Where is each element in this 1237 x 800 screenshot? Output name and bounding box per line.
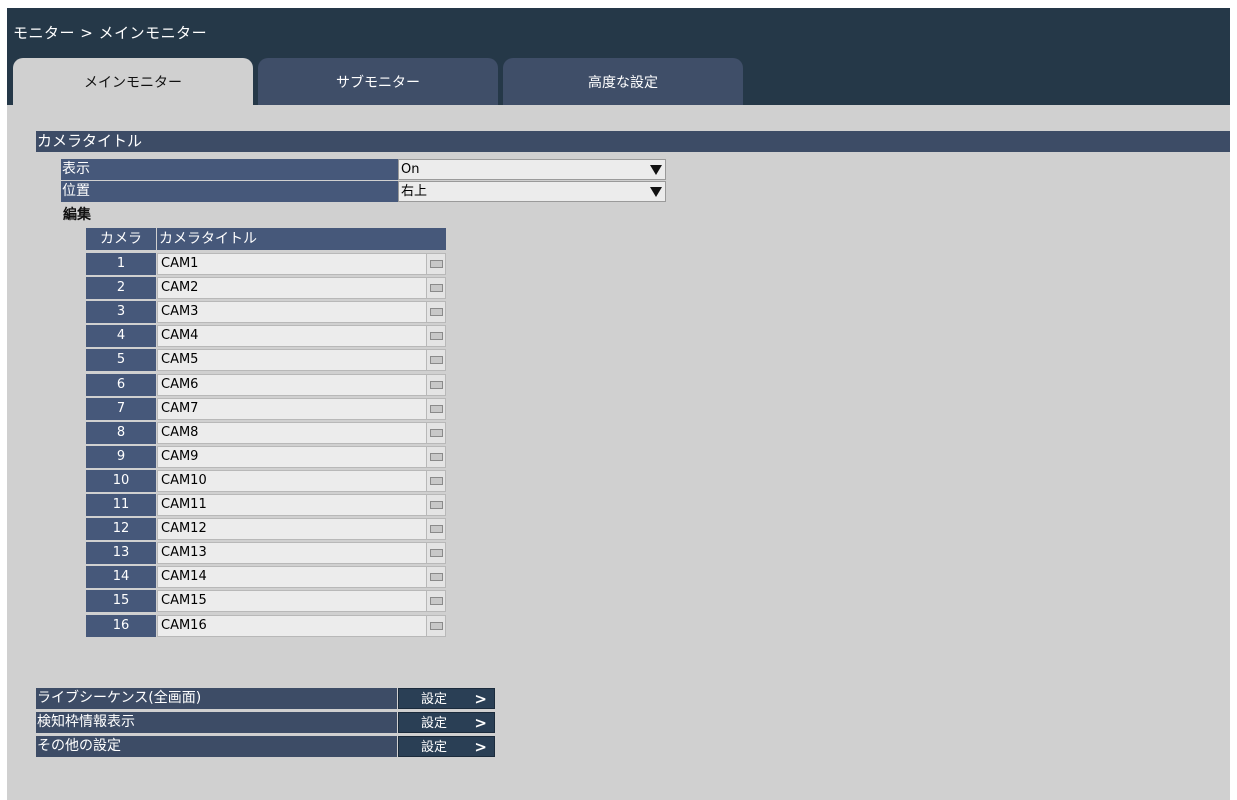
- settings-button-label: 設定: [421, 740, 448, 755]
- camera-title-input[interactable]: CAM11: [157, 494, 426, 516]
- camera-title-input[interactable]: CAM8: [157, 421, 426, 444]
- breadcrumb: モニター > メインモニター: [13, 24, 208, 42]
- keyboard-icon[interactable]: [426, 301, 446, 324]
- position-select-value: 右上: [401, 184, 428, 199]
- keyboard-icon[interactable]: [426, 277, 446, 300]
- camera-number-cell: 3: [86, 301, 156, 324]
- camera-title-section-header: カメラタイトル: [36, 131, 1230, 152]
- camera-number-cell: 10: [86, 469, 156, 492]
- position-label: 位置: [61, 181, 398, 202]
- keyboard-icon[interactable]: [426, 373, 446, 396]
- display-select[interactable]: On: [398, 159, 666, 180]
- camera-number-cell: 9: [86, 445, 156, 468]
- keyboard-icon[interactable]: [426, 421, 446, 444]
- chevron-right-icon: >: [474, 738, 487, 756]
- camera-title-input[interactable]: CAM1: [157, 253, 426, 275]
- camera-number-cell: 2: [86, 277, 156, 300]
- live-sequence-label: ライブシーケンス(全画面): [36, 688, 397, 709]
- camera-number-cell: 5: [86, 349, 156, 372]
- keyboard-icon[interactable]: [426, 445, 446, 468]
- tab-advanced-settings[interactable]: 高度な設定: [503, 58, 743, 105]
- camera-number-cell: 13: [86, 542, 156, 565]
- edit-label: 編集: [63, 207, 91, 223]
- table-header-camera-title: カメラタイトル: [157, 228, 446, 250]
- keyboard-icon[interactable]: [426, 325, 446, 348]
- keyboard-icon[interactable]: [426, 494, 446, 516]
- display-label: 表示: [61, 159, 398, 180]
- camera-title-input[interactable]: CAM14: [157, 566, 426, 589]
- camera-title-input[interactable]: CAM15: [157, 590, 426, 613]
- camera-title-input[interactable]: CAM12: [157, 518, 426, 541]
- camera-title-input[interactable]: CAM5: [157, 349, 426, 372]
- camera-title-input[interactable]: CAM10: [157, 469, 426, 492]
- camera-number-cell: 12: [86, 518, 156, 541]
- display-select-value: On: [401, 162, 420, 177]
- keyboard-icon[interactable]: [426, 566, 446, 589]
- camera-number-cell: 4: [86, 325, 156, 348]
- live-sequence-settings-button[interactable]: 設定 >: [398, 688, 495, 709]
- camera-title-input[interactable]: CAM9: [157, 445, 426, 468]
- camera-number-cell: 15: [86, 590, 156, 613]
- camera-number-cell: 6: [86, 373, 156, 396]
- position-select[interactable]: 右上: [398, 181, 666, 202]
- camera-title-input[interactable]: CAM2: [157, 277, 426, 300]
- table-header-camera: カメラ: [86, 228, 156, 250]
- settings-button-label: 設定: [421, 692, 448, 707]
- camera-number-cell: 7: [86, 397, 156, 420]
- keyboard-icon[interactable]: [426, 614, 446, 637]
- camera-title-input[interactable]: CAM3: [157, 301, 426, 324]
- tab-main-monitor[interactable]: メインモニター: [13, 58, 253, 105]
- keyboard-icon[interactable]: [426, 253, 446, 275]
- chevron-down-icon[interactable]: [648, 161, 664, 178]
- chevron-right-icon: >: [474, 714, 487, 732]
- camera-title-input[interactable]: CAM16: [157, 614, 426, 637]
- camera-number-cell: 14: [86, 566, 156, 589]
- keyboard-icon[interactable]: [426, 469, 446, 492]
- chevron-right-icon: >: [474, 690, 487, 708]
- title-bar: モニター > メインモニター メインモニター サブモニター 高度な設定: [7, 8, 1230, 105]
- detection-frame-settings-button[interactable]: 設定 >: [398, 712, 495, 733]
- main-monitor-window: モニター > メインモニター メインモニター サブモニター 高度な設定 カメラタ…: [7, 8, 1230, 800]
- keyboard-icon[interactable]: [426, 518, 446, 541]
- camera-number-cell: 16: [86, 614, 156, 637]
- camera-title-input[interactable]: CAM4: [157, 325, 426, 348]
- tab-sub-monitor[interactable]: サブモニター: [258, 58, 498, 105]
- chevron-down-icon[interactable]: [648, 183, 664, 200]
- other-settings-label: その他の設定: [36, 736, 397, 757]
- camera-title-input[interactable]: CAM7: [157, 397, 426, 420]
- camera-title-input[interactable]: CAM6: [157, 373, 426, 396]
- keyboard-icon[interactable]: [426, 590, 446, 613]
- keyboard-icon[interactable]: [426, 542, 446, 565]
- camera-number-cell: 1: [86, 253, 156, 275]
- camera-title-input[interactable]: CAM13: [157, 542, 426, 565]
- camera-number-cell: 11: [86, 494, 156, 516]
- camera-number-cell: 8: [86, 421, 156, 444]
- keyboard-icon[interactable]: [426, 349, 446, 372]
- keyboard-icon[interactable]: [426, 397, 446, 420]
- detection-frame-info-label: 検知枠情報表示: [36, 712, 397, 733]
- other-settings-button[interactable]: 設定 >: [398, 736, 495, 757]
- settings-button-label: 設定: [421, 716, 448, 731]
